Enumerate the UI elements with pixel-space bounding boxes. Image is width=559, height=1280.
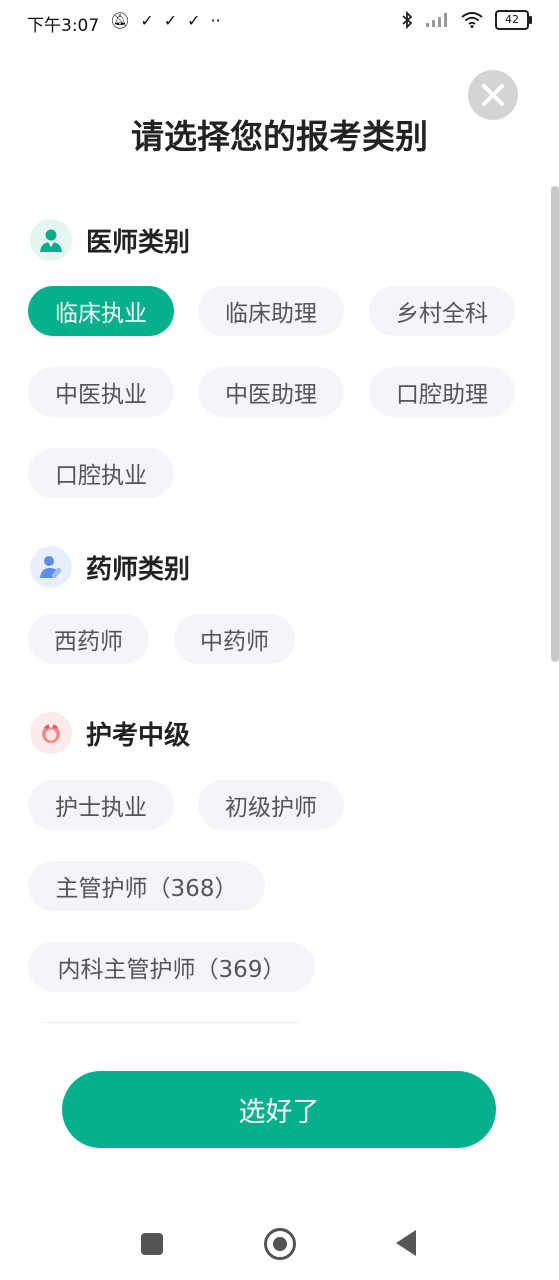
wifi-icon	[461, 12, 483, 28]
doctor-icon	[30, 219, 72, 261]
section-title: 药师类别	[86, 554, 191, 585]
check-icon: ✓	[163, 11, 178, 30]
signal-icon	[426, 13, 447, 27]
option-chip-internal-charge-nurse-369[interactable]: 内科主管护师（369）	[28, 942, 315, 992]
status-time: 下午3:07	[27, 16, 100, 36]
bluetooth-icon	[402, 11, 413, 29]
home-icon[interactable]	[264, 1228, 296, 1260]
option-chip-rural-general[interactable]: 乡村全科	[369, 286, 515, 336]
option-chip-clinical-assistant[interactable]: 临床助理	[198, 286, 344, 336]
option-chip-clinical-practice[interactable]: 临床执业	[28, 286, 174, 336]
dialog-title: 请选择您的报考类别	[131, 117, 428, 156]
section-header-nurse: 护考中级	[30, 712, 190, 754]
recent-apps-icon[interactable]	[141, 1233, 163, 1255]
option-chip-western-pharmacist[interactable]: 西药师	[28, 614, 149, 664]
section-title: 护考中级	[86, 720, 191, 751]
option-chip-nurse-practice[interactable]: 护士执业	[28, 780, 174, 830]
check-icon: ✓	[140, 11, 154, 30]
option-chip-dental-practice[interactable]: 口腔执业	[28, 448, 174, 498]
mute-bell-icon: 🔕︎	[110, 11, 131, 30]
battery-icon: 42	[495, 10, 532, 30]
option-chip-dental-assistant[interactable]: 口腔助理	[369, 367, 515, 417]
list-divider	[42, 1022, 300, 1023]
option-chip-junior-nurse[interactable]: 初级护师	[198, 780, 344, 830]
check-icon: ✓	[187, 11, 201, 30]
status-notification-icons: 🔕︎ ✓ ✓ ✓ ··	[110, 11, 221, 30]
scrollbar[interactable]	[551, 186, 559, 662]
section-header-doctor: 医师类别	[30, 219, 190, 261]
option-chip-tcm-practice[interactable]: 中医执业	[28, 367, 174, 417]
close-icon	[482, 84, 504, 106]
nurse-icon	[30, 712, 72, 754]
status-system-icons: 42	[401, 10, 532, 30]
section-title: 医师类别	[86, 227, 191, 258]
option-chip-tcm-assistant[interactable]: 中医助理	[198, 367, 344, 417]
status-bar: 下午3:07 🔕︎ ✓ ✓ ✓ ·· 42	[0, 0, 559, 44]
option-chip-tcm-pharmacist[interactable]: 中药师	[174, 614, 295, 664]
back-icon[interactable]	[396, 1230, 416, 1256]
section-header-pharmacist: 药师类别	[30, 546, 190, 588]
confirm-button[interactable]: 选好了	[62, 1071, 496, 1148]
pharmacist-icon	[30, 546, 72, 588]
option-chip-charge-nurse-368[interactable]: 主管护师（368）	[28, 861, 265, 911]
navigation-bar	[0, 1200, 559, 1280]
more-dots-icon: ··	[210, 11, 221, 30]
